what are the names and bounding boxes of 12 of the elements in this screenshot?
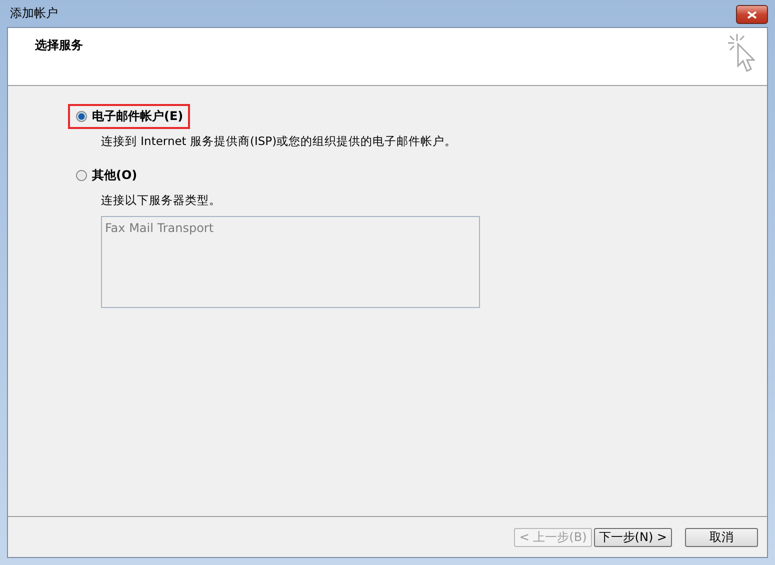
option-description: 连接以下服务器类型。 <box>101 193 222 208</box>
option-description: 连接到 Internet 服务提供商(ISP)或您的组织提供的电子邮件帐户。 <box>101 134 458 149</box>
window-title: 添加帐户 <box>10 5 58 22</box>
server-type-list[interactable]: Fax Mail Transport <box>101 216 480 308</box>
list-item[interactable]: Fax Mail Transport <box>105 221 476 235</box>
radio-option[interactable]: 电子邮件帐户(E) <box>68 104 190 129</box>
wizard-button[interactable]: 取消 <box>685 528 758 546</box>
close-icon <box>747 10 757 18</box>
close-button[interactable] <box>736 5 768 24</box>
wizard-button[interactable]: 下一步(N) > <box>594 528 672 546</box>
page-title: 选择服务 <box>35 37 83 54</box>
radio-option[interactable]: 其他(O) <box>68 163 144 188</box>
